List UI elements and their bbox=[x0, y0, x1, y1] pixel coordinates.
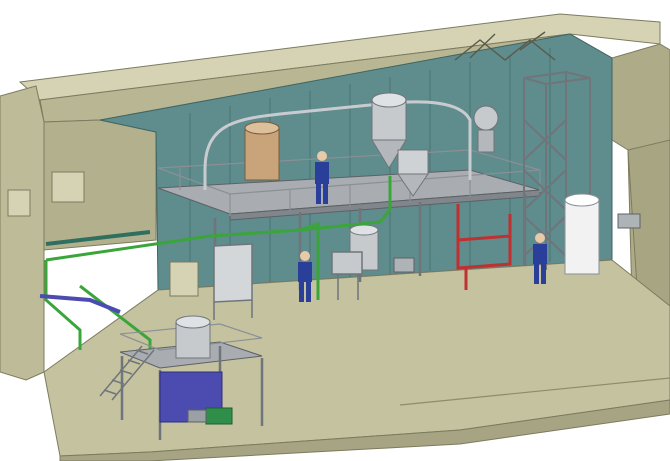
wall-window-2 bbox=[169, 261, 199, 297]
left-wall-block bbox=[0, 85, 45, 381]
plant-cad-scene bbox=[0, 13, 670, 461]
wall-opening-left bbox=[7, 189, 31, 217]
white-silo bbox=[564, 193, 600, 275]
copper-reactor bbox=[244, 121, 280, 181]
lower-tank bbox=[175, 315, 211, 359]
small-motor-right bbox=[617, 213, 641, 229]
pump-unit bbox=[393, 257, 415, 273]
green-motor bbox=[187, 407, 233, 425]
wall-window-1 bbox=[51, 171, 85, 203]
